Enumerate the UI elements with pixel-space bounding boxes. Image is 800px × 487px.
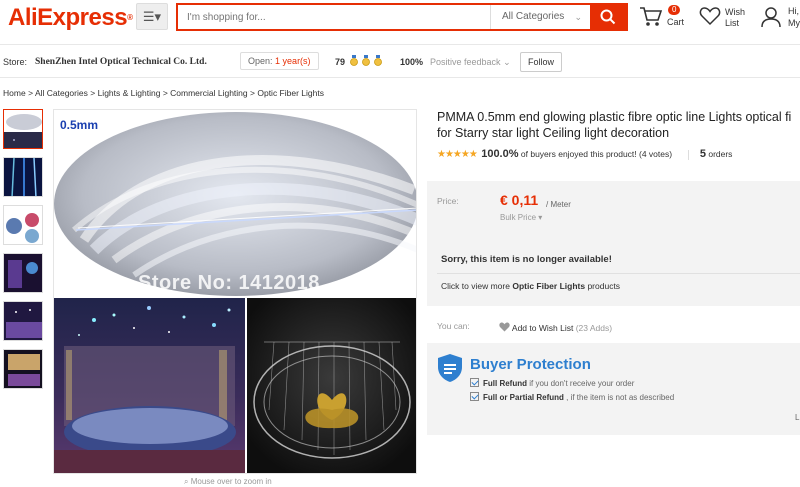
search-button[interactable] — [590, 3, 628, 31]
full-refund-row: Full Refund if you don't receive your or… — [470, 378, 634, 388]
store-bar: Store: ShenZhen Intel Optical Technical … — [0, 44, 800, 78]
store-watermark: Store No: 1412018 — [138, 272, 320, 294]
fiber-thickness-label: 0.5mm — [60, 118, 99, 132]
view-more-link[interactable]: Click to view more Optic Fiber Lights pr… — [441, 281, 620, 291]
product-title: PMMA 0.5mm end glowing plastic fibre opt… — [437, 110, 792, 140]
buyer-protection-panel: Buyer Protection Full Refund if you don'… — [427, 343, 800, 435]
cart-link[interactable]: 0 Cart — [638, 4, 690, 32]
thumbnail-6[interactable] — [3, 349, 43, 389]
cart-count-badge: 0 — [668, 5, 681, 15]
store-open-badge: Open: 1 year(s) — [240, 52, 319, 70]
learn-more-link[interactable]: L — [795, 413, 799, 422]
unavailable-message: Sorry, this item is no longer available! — [441, 254, 612, 265]
thumbnail-5[interactable] — [3, 301, 43, 341]
medal-icons — [350, 55, 382, 66]
thumbnail-4[interactable] — [3, 253, 43, 293]
check-icon — [470, 392, 479, 401]
caret-down-icon: ▾ — [538, 213, 543, 222]
star-rating-icon[interactable]: ★★★★★ — [437, 149, 478, 160]
buyer-protection-title: Buyer Protection — [470, 356, 591, 373]
shield-icon — [438, 354, 462, 382]
breadcrumb-all-categories[interactable]: All Categories — [35, 88, 88, 98]
magnifier-icon: ⌕ — [184, 477, 189, 486]
thumbnail-2[interactable] — [3, 157, 43, 197]
rating-row: ★★★★★ 100.0% of buyers enjoyed this prod… — [437, 148, 733, 160]
feedback-percent: 100% — [400, 57, 424, 67]
search-bar: All Categories ⌄ — [176, 3, 628, 31]
positive-feedback-dropdown[interactable]: Positive feedback ⌄ — [430, 56, 511, 68]
breadcrumb-home[interactable]: Home — [3, 88, 26, 98]
user-icon — [761, 7, 781, 28]
thumbnail-1[interactable] — [3, 109, 43, 149]
store-score: 79 — [335, 57, 346, 67]
price-panel: Price: € 0,11 / Meter Bulk Price ▾ Sorry… — [427, 181, 800, 306]
follow-button[interactable]: Follow — [520, 52, 562, 72]
thumbnail-3[interactable] — [3, 205, 43, 245]
cart-icon — [640, 7, 663, 26]
breadcrumb-commercial-lighting[interactable]: Commercial Lighting — [170, 88, 247, 98]
heart-icon — [499, 322, 510, 332]
heart-icon — [699, 7, 721, 26]
breadcrumb-optic-fiber-lights[interactable]: Optic Fiber Lights — [257, 88, 324, 98]
breadcrumb-lights[interactable]: Lights & Lighting — [98, 88, 161, 98]
partial-refund-row: Full or Partial Refund , if the item is … — [470, 392, 674, 402]
account-link[interactable]: Hi, My — [760, 4, 800, 32]
chevron-down-icon: ⌄ — [503, 57, 511, 67]
zoom-hint: ⌕ Mouse over to zoom in — [184, 477, 272, 486]
search-icon — [600, 9, 616, 25]
hamburger-icon: ☰▾ — [142, 9, 162, 24]
add-to-wishlist-button[interactable]: Add to Wish List (23 Adds) — [499, 322, 612, 333]
wish-list-link[interactable]: Wish List — [699, 4, 751, 32]
store-name-link[interactable]: ShenZhen Intel Optical Technical Co. Ltd… — [35, 56, 207, 68]
search-input[interactable] — [178, 5, 490, 29]
aliexpress-logo[interactable]: AliExpress® — [8, 5, 133, 31]
search-category-select[interactable]: All Categories ⌄ — [490, 5, 590, 29]
bulk-price-dropdown[interactable]: Bulk Price ▾ — [500, 213, 542, 222]
product-main-image[interactable]: 0.5mm Store No: 1412018 — [53, 109, 417, 474]
site-header: AliExpress® ☰▾ All Categories ⌄ 0 Cart W… — [0, 0, 800, 44]
chevron-down-icon: ⌄ — [574, 12, 582, 22]
category-menu-button[interactable]: ☰▾ — [136, 3, 168, 30]
price-value: € 0,11 — [500, 192, 539, 208]
check-icon — [470, 378, 479, 387]
breadcrumb: Home > All Categories > Lights & Lightin… — [3, 88, 324, 98]
